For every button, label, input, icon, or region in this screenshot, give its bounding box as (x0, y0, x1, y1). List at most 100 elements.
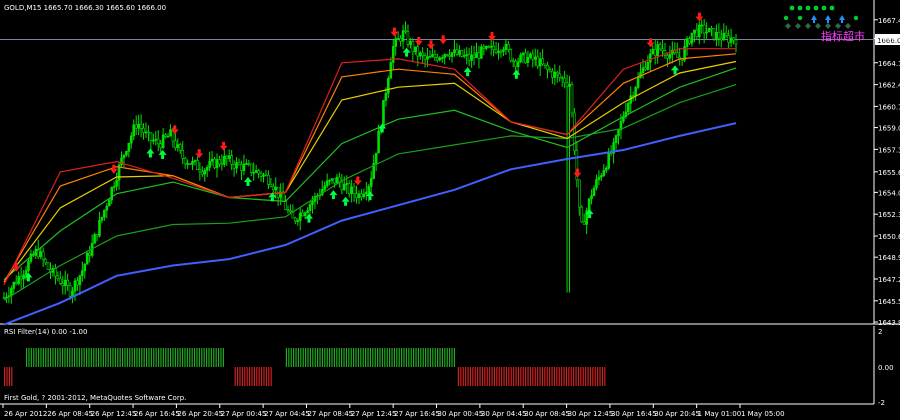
candle-body (729, 37, 733, 43)
rsi-bullish-bar (437, 348, 439, 367)
candle-body (14, 281, 18, 284)
status-dot (821, 5, 827, 11)
candle-body (355, 193, 358, 198)
candle-body (186, 163, 189, 165)
candle-body (462, 55, 466, 57)
candle-body (722, 32, 726, 41)
price-tick-label: 1654.00 (878, 189, 900, 197)
candle-body (450, 52, 454, 57)
candle-body (494, 49, 498, 54)
time-tick-label: 30 Apr 04:45 (481, 410, 527, 418)
candle-body (39, 251, 43, 258)
candle-body (245, 163, 248, 165)
rsi-bullish-bar (367, 348, 369, 367)
rsi-bullish-bar (129, 348, 131, 367)
rsi-bullish-bar (33, 348, 35, 367)
candle-body (71, 290, 74, 297)
candle-body (93, 234, 96, 244)
candle-body (107, 199, 111, 207)
candle-body (347, 183, 351, 194)
sell-signal-arrow-stem (649, 38, 653, 43)
rsi-bullish-bar (420, 348, 422, 367)
status-dot (829, 5, 835, 11)
rsi-bullish-bar (155, 348, 157, 367)
candle-body (465, 54, 469, 56)
candle-body (472, 54, 476, 58)
rsi-bullish-bar (295, 348, 297, 367)
rsi-bullish-bar (413, 348, 415, 367)
rsi-bullish-bar (285, 348, 288, 367)
candle-body (649, 53, 652, 63)
rsi-bullish-bar (100, 348, 102, 367)
candle-body (697, 24, 701, 37)
rsi-bullish-bar (319, 348, 321, 367)
price-tick-label: 1662.40 (878, 82, 900, 90)
candle-body (568, 84, 571, 87)
rsi-bullish-bar (379, 348, 381, 367)
candle-body (526, 57, 530, 63)
candle-body (225, 155, 229, 159)
candle-body (274, 186, 278, 191)
candle-body (68, 285, 72, 297)
rsi-bearish-bar (501, 367, 503, 386)
rsi-bullish-bar (326, 348, 328, 367)
rsi-bullish-bar (186, 348, 188, 367)
time-tick-label: 30 Apr 16:45 (611, 410, 657, 418)
rsi-bullish-bar (57, 348, 59, 367)
rsi-bullish-bar (76, 348, 78, 367)
candle-body (646, 62, 650, 70)
buy-signal-arrow-stem (514, 74, 518, 79)
candle-body (502, 49, 505, 52)
candle-body (303, 212, 307, 217)
rsi-bullish-bar (45, 348, 47, 367)
candle-body (27, 261, 30, 271)
candle-body (103, 209, 106, 218)
candle-body (492, 45, 495, 50)
candle-body (720, 37, 723, 41)
rsi-bullish-bar (165, 348, 167, 367)
candle-body (399, 38, 402, 42)
rsi-bearish-bar (496, 367, 498, 386)
time-tick-label: 27 Apr 08:45 (307, 410, 353, 418)
rsi-bearish-bar (270, 367, 272, 386)
candle-body (249, 163, 253, 173)
buy-signal-arrow-stem (344, 201, 348, 206)
candle-body (56, 275, 60, 280)
candle-body (159, 143, 162, 148)
candle-body (286, 209, 290, 211)
rsi-bearish-bar (563, 367, 565, 386)
candle-body (404, 30, 407, 32)
candle-body (455, 49, 459, 55)
candle-body (95, 234, 99, 237)
candle-body (489, 45, 493, 48)
candle-body (396, 38, 400, 40)
candle-body (267, 174, 270, 185)
rsi-bearish-bar (486, 367, 488, 386)
candle-body (59, 278, 62, 284)
rsi-bearish-bar (246, 367, 248, 386)
price-tick-label: 1659.05 (878, 125, 900, 133)
rsi-bullish-bar (145, 348, 148, 367)
candle-body (482, 46, 486, 49)
rsi-bullish-bar (121, 348, 124, 367)
trend-up-icon-stem (813, 20, 815, 23)
candle-body (668, 53, 672, 59)
rsi-bullish-bar (78, 348, 80, 367)
candle-body (675, 52, 679, 58)
candle-body (46, 262, 50, 270)
candle-body (666, 55, 669, 59)
candle-body (440, 57, 444, 59)
rsi-bullish-bar (109, 348, 112, 367)
candle-body (546, 64, 549, 70)
candle-body (308, 204, 312, 211)
candle-body (558, 73, 562, 78)
rsi-bullish-bar (54, 348, 56, 367)
rsi-bearish-bar (568, 367, 570, 386)
rsi-bullish-bar (345, 348, 348, 367)
rsi-panel-label: RSI Filter(14) 0.00 -1.00 (4, 328, 87, 336)
rsi-bullish-bar (453, 348, 456, 367)
rsi-bullish-bar (81, 348, 83, 367)
rsi-bearish-bar (503, 367, 505, 386)
rsi-bearish-bar (592, 367, 594, 386)
rsi-bullish-bar (398, 348, 400, 367)
